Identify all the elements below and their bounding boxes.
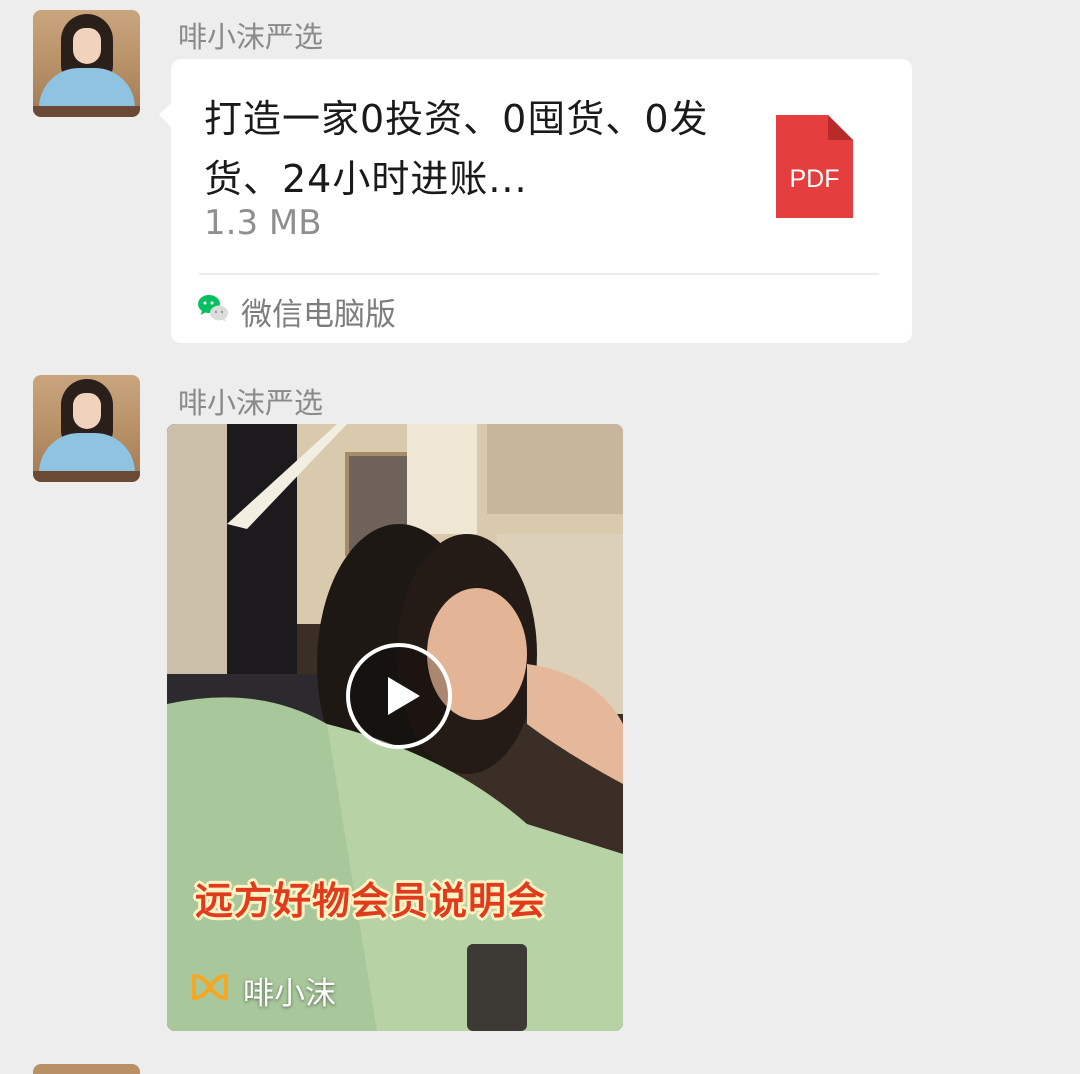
- video-message[interactable]: 远方好物会员说明会 啡小沫: [167, 424, 623, 1031]
- sender-avatar[interactable]: [33, 375, 140, 482]
- sender-avatar[interactable]: [33, 10, 140, 117]
- file-source-label: 微信电脑版: [241, 297, 396, 333]
- video-caption: 远方好物会员说明会: [195, 879, 547, 923]
- avatar-table: [33, 106, 140, 117]
- file-name: 打造一家0投资、0囤货、0发货、24小时进账...: [204, 97, 709, 201]
- pdf-file-icon: PDF: [776, 115, 853, 218]
- file-card-divider: [199, 273, 879, 275]
- sender-name: 啡小沫严选: [178, 386, 324, 420]
- pdf-icon-label: PDF: [790, 165, 840, 193]
- next-sender-avatar[interactable]: [33, 1064, 140, 1074]
- video-channel-name: 啡小沫: [243, 976, 336, 1012]
- avatar-face: [73, 28, 101, 64]
- play-triangle: [388, 677, 420, 715]
- avatar-table: [33, 471, 140, 482]
- wechat-icon: [198, 295, 228, 322]
- avatar-face: [73, 393, 101, 429]
- file-message-bubble[interactable]: 打造一家0投资、0囤货、0发货、24小时进账... 1.3 MB PDF 微信电…: [159, 59, 912, 343]
- play-icon[interactable]: [346, 643, 452, 749]
- file-size: 1.3 MB: [204, 203, 322, 243]
- channels-icon: [192, 974, 228, 1000]
- sender-name: 啡小沫严选: [178, 20, 324, 54]
